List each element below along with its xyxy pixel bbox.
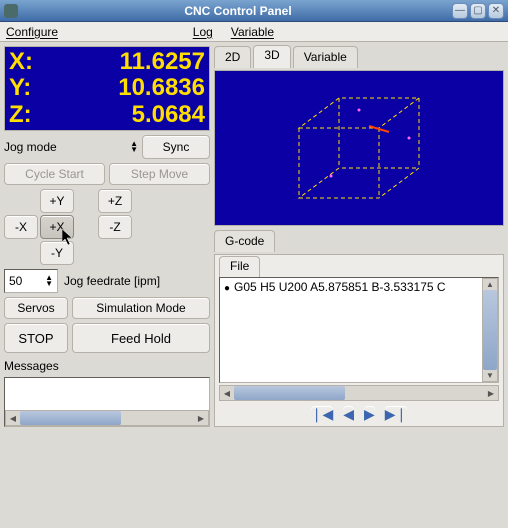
view-tabs: 2D 3D Variable: [214, 46, 504, 68]
jog-minus-z-button[interactable]: -Z: [98, 215, 132, 239]
jog-mode-select[interactable]: Jog mode ▲▼: [4, 135, 138, 159]
cycle-start-button[interactable]: Cycle Start: [4, 163, 105, 185]
stop-button[interactable]: STOP: [4, 323, 68, 353]
nav-next-button[interactable]: ▶: [364, 406, 375, 423]
wireframe-box-icon: [259, 88, 459, 208]
window-title: CNC Control Panel: [24, 4, 452, 18]
nav-last-button[interactable]: ▶❘: [385, 406, 408, 423]
scroll-left-icon[interactable]: ◀: [6, 411, 20, 425]
coordinates-panel: X: 11.6257 Y: 10.6836 Z: 5.0684: [4, 46, 210, 131]
coord-x: X: 11.6257: [9, 49, 205, 75]
messages-label: Messages: [4, 359, 210, 373]
jog-minus-x-button[interactable]: -X: [4, 215, 38, 239]
minimize-button[interactable]: —: [452, 3, 468, 19]
scroll-up-icon[interactable]: ▲: [483, 279, 497, 290]
feed-hold-button[interactable]: Feed Hold: [72, 323, 210, 353]
scroll-right-icon[interactable]: ▶: [484, 386, 498, 400]
nav-back-button[interactable]: ◀: [343, 406, 354, 423]
scroll-left-icon[interactable]: ◀: [220, 386, 234, 400]
tab-file[interactable]: File: [219, 256, 260, 277]
menubar: Configure Log Variable: [0, 22, 508, 42]
3d-viewport[interactable]: [214, 70, 504, 226]
gcode-panel: File ●G05 H5 U200 A5.875851 B-3.533175 C…: [214, 254, 504, 427]
menu-configure[interactable]: Configure: [6, 25, 58, 39]
jog-plus-z-button[interactable]: +Z: [98, 189, 132, 213]
feedrate-label: Jog feedrate [ipm]: [64, 274, 160, 288]
tab-gcode[interactable]: G-code: [214, 230, 275, 252]
feedrate-input[interactable]: 50 ▲▼: [4, 269, 58, 293]
servos-button[interactable]: Servos: [4, 297, 68, 319]
scroll-right-icon[interactable]: ▶: [194, 411, 208, 425]
messages-box: ◀ ▶: [4, 377, 210, 427]
gcode-tabs: G-code: [214, 230, 504, 252]
close-button[interactable]: ✕: [488, 3, 504, 19]
menu-log[interactable]: Log: [193, 25, 213, 39]
nav-controls: ❘◀ ◀ ▶ ▶❘: [215, 403, 503, 426]
jog-minus-y-button[interactable]: -Y: [40, 241, 74, 265]
nav-first-button[interactable]: ❘◀: [311, 406, 334, 423]
step-move-button[interactable]: Step Move: [109, 163, 210, 185]
gcode-h-scrollbar[interactable]: ◀ ▶: [219, 385, 499, 401]
sync-button[interactable]: Sync: [142, 135, 210, 159]
bullet-icon: ●: [224, 283, 230, 294]
coord-z: Z: 5.0684: [9, 102, 205, 128]
stepper-icon: ▲▼: [126, 141, 138, 153]
app-icon: [4, 4, 18, 18]
coord-y: Y: 10.6836: [9, 75, 205, 101]
titlebar: CNC Control Panel — ▢ ✕: [0, 0, 508, 22]
menu-variable[interactable]: Variable: [231, 25, 274, 39]
simulation-mode-button[interactable]: Simulation Mode: [72, 297, 210, 319]
scroll-down-icon[interactable]: ▼: [483, 370, 497, 381]
maximize-button[interactable]: ▢: [470, 3, 486, 19]
gcode-v-scrollbar[interactable]: ▲ ▼: [482, 278, 498, 382]
stepper-icon: ▲▼: [41, 275, 53, 287]
jog-plus-x-button[interactable]: +X: [40, 215, 74, 239]
tab-variable[interactable]: Variable: [293, 46, 358, 68]
jog-plus-y-button[interactable]: +Y: [40, 189, 74, 213]
messages-scrollbar[interactable]: ◀ ▶: [5, 410, 209, 426]
gcode-line[interactable]: ●G05 H5 U200 A5.875851 B-3.533175 C: [220, 278, 482, 382]
tab-2d[interactable]: 2D: [214, 46, 251, 68]
jog-pad: +Y -X +X -Y +Z -Z: [4, 189, 210, 265]
window-controls: — ▢ ✕: [452, 3, 504, 19]
tab-3d[interactable]: 3D: [253, 45, 290, 68]
